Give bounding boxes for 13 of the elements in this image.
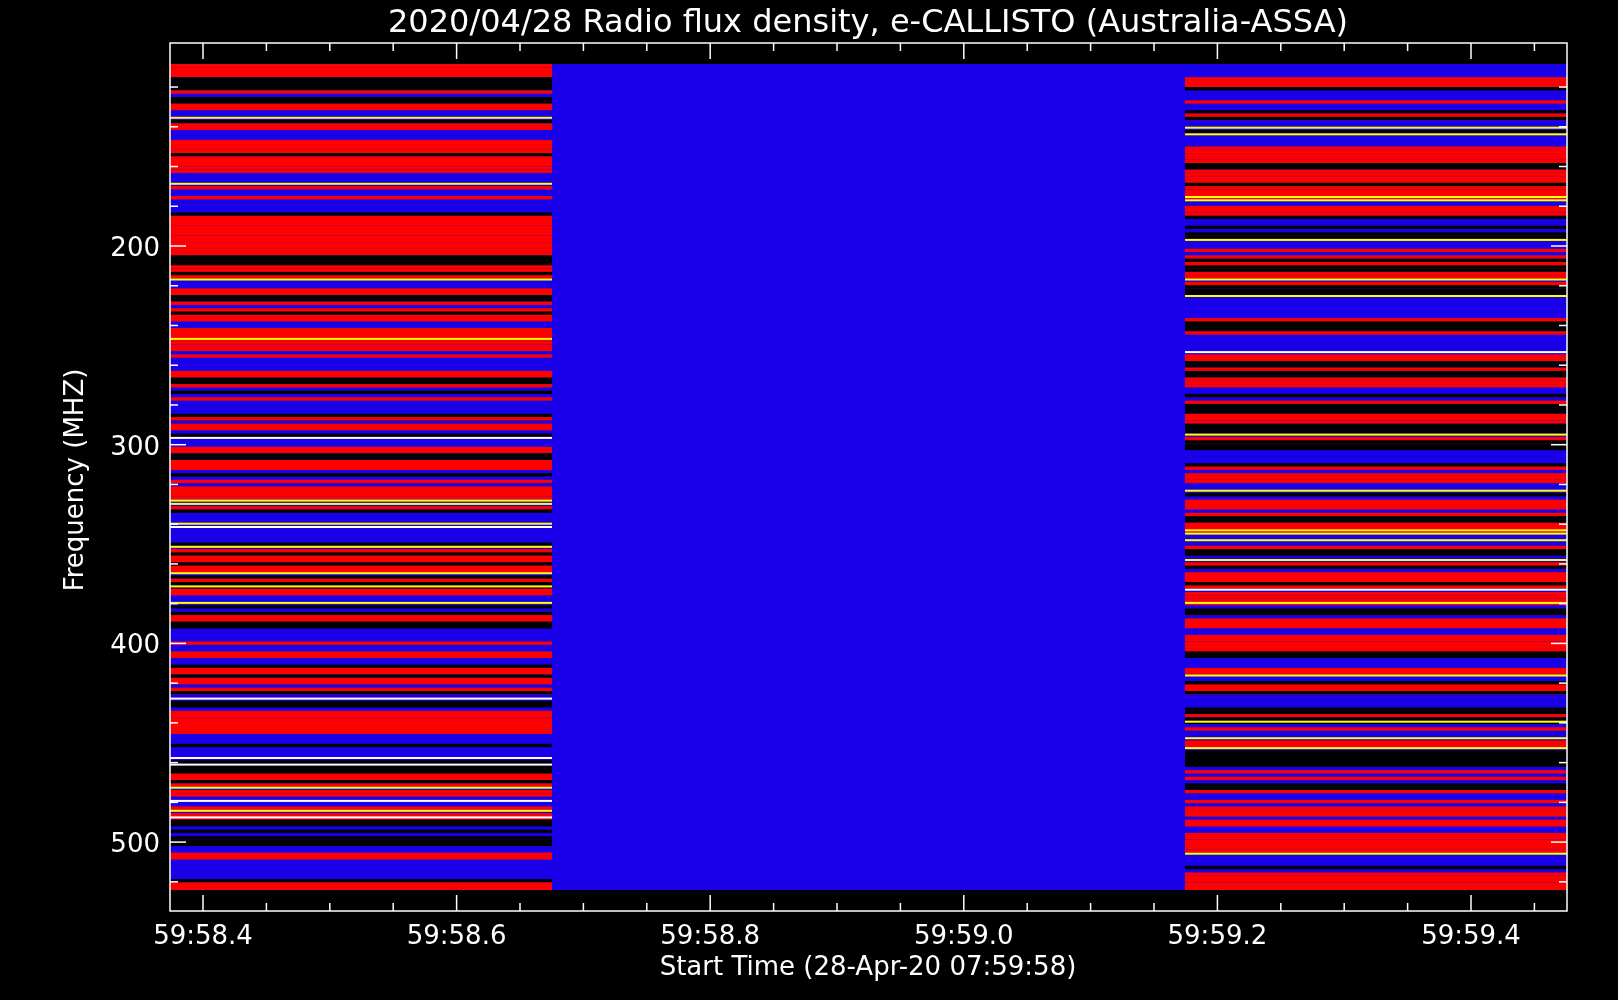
y-tick-label: 400	[110, 629, 160, 660]
y-tick-label: 200	[110, 232, 160, 262]
y-axis-label: Frequency (MHZ)	[59, 368, 89, 592]
x-tick-label: 59:59.4	[1421, 920, 1521, 950]
x-tick-label: 59:58.6	[406, 920, 507, 950]
x-tick-label: 59:58.4	[153, 920, 253, 950]
y-tick-label: 300	[110, 430, 160, 461]
y-tick-label: 500	[110, 828, 160, 859]
x-tick-label: 59:59.2	[1167, 920, 1268, 950]
x-axis-label: Start Time (28-Apr-20 07:59:58)	[659, 951, 1077, 981]
x-tick-label: 59:58.8	[660, 920, 761, 950]
x-tick-label: 59:59.0	[913, 920, 1014, 950]
chart-title: 2020/04/28 Radio flux density, e-CALLISTO (Australia-ASSA)	[387, 2, 1349, 40]
